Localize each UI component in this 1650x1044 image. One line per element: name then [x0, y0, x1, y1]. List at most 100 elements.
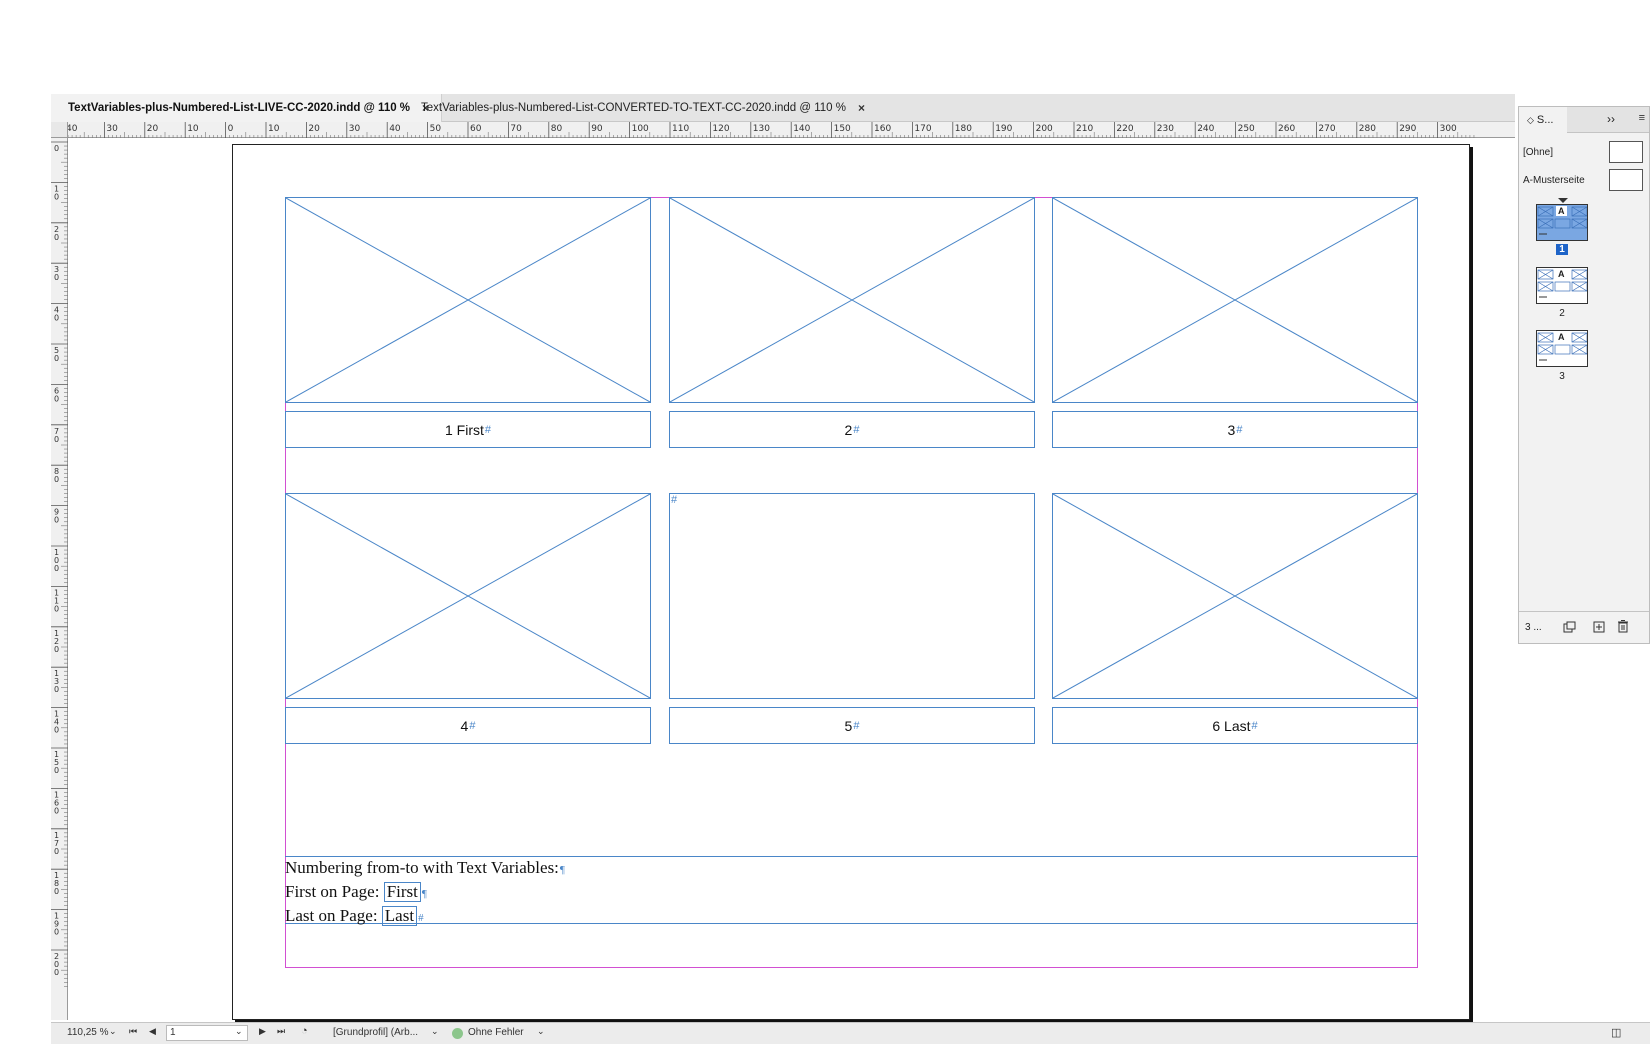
master-letter: A: [1556, 332, 1567, 342]
page-number-3[interactable]: 3: [1536, 371, 1588, 382]
ruler-label: 100: [632, 124, 649, 134]
text-variables-frame[interactable]: Numbering from-to with Text Variables:¶ …: [285, 856, 1418, 926]
caption-text: 5: [844, 717, 853, 734]
status-dropdown-icon[interactable]: ⌄: [537, 1026, 545, 1037]
caption-frame-5[interactable]: 5 #: [669, 707, 1035, 744]
split-window-icon[interactable]: ◫: [1611, 1026, 1621, 1039]
paragraph-mark: ¶: [559, 864, 565, 876]
status-bar: 110,25 % ⌄ ⏮ ◀ 1 ⌄ ▶ ⏭ ◔ [Grundprofil] (…: [51, 1022, 1650, 1044]
ruler-label: 0: [54, 887, 59, 896]
expand-arrows-icon: ◇: [1527, 114, 1534, 125]
ruler-label: 0: [54, 928, 59, 937]
ruler-origin[interactable]: [51, 122, 68, 138]
edit-page-size-icon[interactable]: [1563, 621, 1577, 633]
page-thumbnail-2[interactable]: A: [1536, 267, 1588, 304]
panel-tab-label: S...: [1536, 114, 1554, 126]
image-frame-6[interactable]: [1052, 493, 1418, 699]
heading-text: Numbering from-to with Text Variables:: [285, 858, 559, 877]
text-line-last: Last on Page: Last #: [285, 905, 1418, 929]
caption-frame-1[interactable]: 1 First #: [285, 411, 651, 448]
caption-frame-4[interactable]: 4 #: [285, 707, 651, 744]
paragraph-mark: ¶: [421, 888, 427, 900]
page-dropdown-icon[interactable]: ⌄: [235, 1026, 243, 1037]
master-thumbnail[interactable]: [1609, 141, 1643, 163]
image-frame-1[interactable]: [285, 197, 651, 403]
ruler-label: 10: [268, 124, 280, 134]
page-thumbnail-1[interactable]: A: [1536, 204, 1588, 241]
page-thumbnail-3[interactable]: A: [1536, 330, 1588, 367]
end-of-story-mark: #: [1236, 423, 1243, 436]
ruler-label: 0: [54, 354, 59, 363]
ruler-label: 0: [54, 192, 59, 201]
page-number-1[interactable]: 1: [1536, 244, 1588, 255]
zoom-dropdown-icon[interactable]: ⌄: [109, 1026, 117, 1037]
tab-converted-document[interactable]: TextVariables-plus-Numbered-List-CONVERT…: [404, 94, 877, 122]
last-label: Last on Page:: [285, 906, 382, 925]
new-page-icon[interactable]: [1593, 621, 1605, 633]
ruler-label: 0: [54, 806, 59, 815]
page-count-label: 3 ...: [1525, 622, 1542, 633]
end-of-story-mark: #: [853, 423, 860, 436]
ruler-label: 0: [54, 144, 59, 153]
ruler-label: 0: [54, 645, 59, 654]
ruler-label: 0: [54, 847, 59, 856]
status-dot-icon: [452, 1028, 463, 1039]
ruler-label: 220: [1116, 124, 1133, 134]
vertical-ruler[interactable]: 0102030405060708090100110120130140150160…: [51, 138, 68, 1020]
collapse-icon[interactable]: ››: [1607, 112, 1615, 126]
master-letter: A: [1556, 206, 1567, 216]
panel-tab-pages[interactable]: ◇ S...: [1519, 107, 1567, 133]
ruler-label: 250: [1238, 124, 1255, 134]
image-frame-4[interactable]: [285, 493, 651, 699]
ruler-label: 80: [551, 124, 563, 134]
empty-text-frame-5[interactable]: #: [669, 493, 1035, 699]
ruler-label: 120: [712, 124, 729, 134]
profile-dropdown-icon[interactable]: ⌄: [431, 1026, 439, 1037]
ruler-label: 0: [54, 314, 59, 323]
tab-live-document[interactable]: TextVariables-plus-Numbered-List-LIVE-CC…: [51, 94, 443, 122]
previous-page-icon[interactable]: ◀: [149, 1026, 156, 1037]
text-line-first: First on Page: First ¶: [285, 881, 1418, 905]
ruler-ticks: 0102030405060708090100110120130140150160…: [51, 141, 68, 987]
first-page-icon[interactable]: ⏮: [129, 1026, 137, 1037]
image-frame-3[interactable]: [1052, 197, 1418, 403]
text-variable-last[interactable]: Last: [381, 906, 418, 926]
end-of-story-mark: #: [484, 423, 491, 436]
page-number-2[interactable]: 2: [1536, 308, 1588, 319]
caption-frame-2[interactable]: 2 #: [669, 411, 1035, 448]
next-page-icon[interactable]: ▶: [259, 1026, 266, 1037]
horizontal-ruler[interactable]: 40 30 20 10 0 10 20 30 40 50 60 70 80 90 100 110 120 130 1…: [68, 122, 1515, 138]
ruler-label: 0: [54, 564, 59, 573]
master-none[interactable]: [Ohne]: [1519, 139, 1649, 165]
tab-title: TextVariables-plus-Numbered-List-LIVE-CC…: [68, 102, 411, 114]
caption-frame-6[interactable]: 6 Last #: [1052, 707, 1418, 744]
ruler-ticks: 40 30 20 10 0 10 20 30 40 50 60 70 80 90 100 110 120 130 1…: [68, 122, 1475, 138]
caption-frame-3[interactable]: 3 #: [1052, 411, 1418, 448]
trash-icon[interactable]: [1617, 620, 1629, 633]
ruler-label: 90: [591, 124, 603, 134]
ruler-label: 190: [995, 124, 1012, 134]
ruler-label: 140: [793, 124, 810, 134]
ruler-label: 70: [510, 124, 522, 134]
ruler-label: 0: [54, 604, 59, 613]
pages-panel: ◇ S... ›› ≡ [Ohne] A-Musterseite A 1 A 2: [1518, 106, 1650, 644]
text-variable-first[interactable]: First: [383, 882, 421, 902]
master-a[interactable]: A-Musterseite: [1519, 167, 1649, 193]
master-thumbnail[interactable]: [1609, 169, 1643, 191]
ruler-label: 270: [1318, 124, 1335, 134]
ruler-label: 0: [54, 685, 59, 694]
close-icon[interactable]: ×: [858, 101, 865, 115]
ruler-label: 300: [1440, 124, 1457, 134]
panel-menu-icon[interactable]: ≡: [1639, 112, 1645, 124]
last-page-icon[interactable]: ⏭: [277, 1026, 285, 1037]
ruler-label: 0: [54, 516, 59, 525]
ruler-label: 0: [228, 124, 234, 134]
image-frame-2[interactable]: [669, 197, 1035, 403]
ruler-label: 180: [955, 124, 972, 134]
zoom-field[interactable]: 110,25 %: [67, 1027, 109, 1038]
ruler-label: 0: [54, 475, 59, 484]
preflight-profile[interactable]: [Grundprofil] (Arb...: [333, 1027, 418, 1038]
ruler-label: 110: [672, 124, 689, 134]
preflight-icon[interactable]: ◔: [301, 1025, 308, 1037]
ruler-label: 260: [1278, 124, 1295, 134]
